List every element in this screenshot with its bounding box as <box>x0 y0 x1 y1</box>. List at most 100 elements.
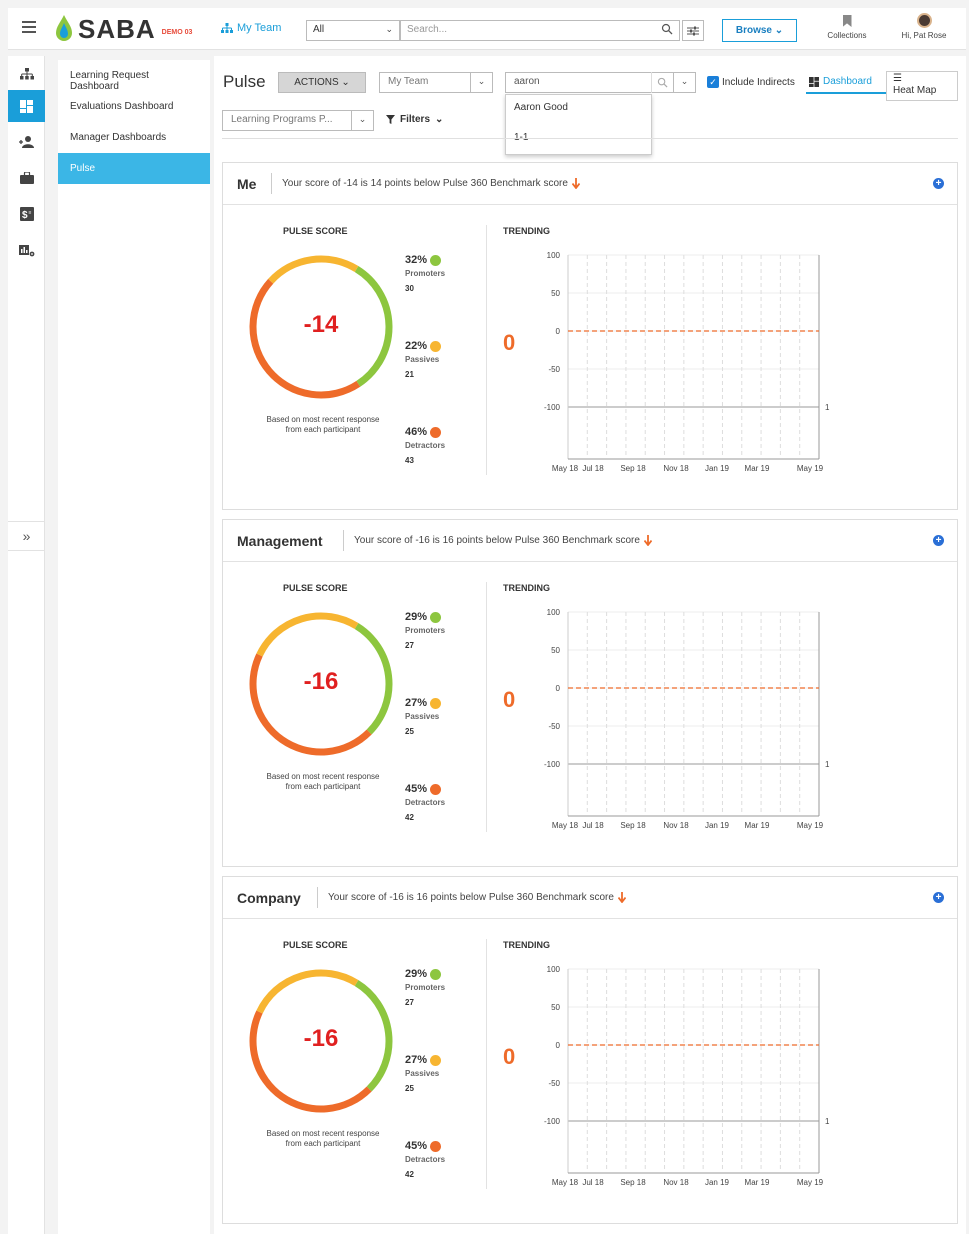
y-tick-label: 50 <box>551 289 560 298</box>
subnav-item-evaluations[interactable]: Evaluations Dashboard <box>58 91 210 122</box>
search-icon[interactable] <box>661 23 673 35</box>
x-tick-label: Jan 19 <box>705 821 730 830</box>
pulse-score-value: -16 <box>303 1025 339 1052</box>
gauge-note: Based on most recent response from each … <box>266 1129 380 1148</box>
my-team-link[interactable]: My Team <box>221 22 281 34</box>
tab-dashboard[interactable]: Dashboard <box>806 71 886 94</box>
pulse-score-value: -14 <box>303 311 339 338</box>
add-icon[interactable]: + <box>933 535 944 546</box>
subnav-label: Manager Dashboards <box>70 132 167 143</box>
neutral-face-icon <box>430 1054 442 1066</box>
rail-briefcase[interactable] <box>8 162 45 194</box>
person-search-input[interactable]: aaron ⌄ <box>505 72 696 93</box>
x-tick-label: Mar 19 <box>745 821 770 830</box>
x-tick-label: Mar 19 <box>745 464 770 473</box>
promoters-count: 27 <box>405 641 414 650</box>
add-person-icon <box>18 136 34 148</box>
include-indirects-toggle[interactable]: ✓ Include Indirects <box>707 76 795 88</box>
subnav-label: Evaluations Dashboard <box>70 101 174 112</box>
card-header: Management Your score of -16 is 16 point… <box>223 520 957 562</box>
smile-icon <box>430 968 442 980</box>
subnav-item-pulse[interactable]: Pulse <box>58 153 210 184</box>
global-search-input[interactable]: Search... <box>400 20 680 41</box>
search-icon[interactable] <box>651 72 673 93</box>
learning-programs-select[interactable]: Learning Programs P... ⌄ <box>222 110 374 131</box>
pulse-card: Company Your score of -16 is 16 points b… <box>222 876 958 1224</box>
y-tick-label: -50 <box>548 722 560 731</box>
add-icon[interactable]: + <box>933 178 944 189</box>
checkbox-checked-icon[interactable]: ✓ <box>707 76 719 88</box>
divider <box>271 173 272 194</box>
divider <box>486 582 487 832</box>
card-title: Company <box>237 890 301 906</box>
passives-label: Passives <box>405 355 440 364</box>
x-tick-label: Nov 18 <box>663 1178 689 1187</box>
chevron-down-icon: ⌄ <box>351 110 373 131</box>
tab-heat-map[interactable]: ☰ Heat Map <box>886 71 958 101</box>
saba-logo[interactable]: SABA DEMO 03 <box>56 12 192 46</box>
user-menu[interactable]: Hi, Pat Rose <box>896 13 952 40</box>
icon-rail: $ ≡ » <box>8 56 45 1234</box>
promoters-count: 27 <box>405 998 414 1007</box>
actions-button[interactable]: ACTIONS ⌄ <box>278 72 366 93</box>
trending-chart: 100 50 0 -50 -100 1 May 18 Jul 18 Sep 18 Nov 18 Ja… <box>544 608 830 830</box>
detractors-percent: 45% <box>405 1140 428 1152</box>
promoters-label: Promoters <box>405 983 446 992</box>
subnav-item-learning-request[interactable]: Learning Request Dashboard <box>58 60 210 92</box>
browse-label: Browse <box>735 25 772 36</box>
logo-text: SABA <box>78 13 156 44</box>
rail-people[interactable] <box>8 126 45 158</box>
sliders-icon <box>687 26 699 35</box>
passives-percent: 22% <box>405 340 428 352</box>
briefcase-icon <box>19 172 34 184</box>
y-tick-label: -50 <box>548 1079 560 1088</box>
menu-icon[interactable] <box>22 21 36 33</box>
rail-dashboards[interactable] <box>8 90 45 122</box>
subnav-label: Learning Request Dashboard <box>70 70 149 92</box>
chevron-down-icon: ⌄ <box>435 114 444 125</box>
passives-arc <box>256 969 359 1014</box>
trending-chart: 100 50 0 -50 -100 1 May 18 Jul 18 Sep 18 Nov 18 Ja… <box>544 251 830 473</box>
x-tick-label: Mar 19 <box>745 1178 770 1187</box>
frown-icon <box>430 783 442 795</box>
subnav-item-manager-dashboards[interactable]: Manager Dashboards <box>58 122 210 153</box>
double-chevron-right-icon: » <box>22 528 31 544</box>
dropdown-option-aaron-good[interactable]: Aaron Good <box>506 95 651 125</box>
learning-programs-value: Learning Programs P... <box>231 114 333 125</box>
trending-heading: TRENDING <box>503 583 550 593</box>
trend-value: 0 <box>503 687 516 712</box>
dropdown-option-1-1[interactable]: 1-1 <box>506 125 651 155</box>
toolbar-divider <box>222 138 958 139</box>
benchmark-message: Your score of -16 is 16 points below Pul… <box>328 892 626 903</box>
filters-button[interactable]: Filters ⌄ <box>386 114 443 125</box>
detractors-stat: 45% Detractors 42 <box>405 783 485 822</box>
page-title: Pulse <box>223 72 266 91</box>
add-icon[interactable]: + <box>933 892 944 903</box>
browse-button[interactable]: Browse ⌄ <box>722 19 797 42</box>
chevron-down-icon[interactable]: ⌄ <box>673 72 695 93</box>
subnav-label: Pulse <box>70 163 96 174</box>
promoters-percent: 29% <box>405 611 428 623</box>
passives-percent: 27% <box>405 1054 428 1066</box>
secondary-y-tick-label: 1 <box>825 760 830 769</box>
collections-link[interactable]: Collections <box>822 15 872 40</box>
search-filter-button[interactable] <box>682 20 704 41</box>
divider <box>486 225 487 475</box>
smile-icon <box>430 611 442 623</box>
rail-org-chart[interactable] <box>8 58 45 90</box>
x-tick-label: May 19 <box>797 464 824 473</box>
detractors-percent: 46% <box>405 426 428 438</box>
trend-value: 0 <box>503 330 516 355</box>
pulse-score-heading: PULSE SCORE <box>283 940 348 950</box>
my-team-label: My Team <box>237 22 282 34</box>
rail-compensation[interactable]: $ ≡ <box>8 198 45 230</box>
x-tick-label: Jul 18 <box>582 1178 604 1187</box>
search-placeholder: Search... <box>407 24 448 35</box>
rail-analytics-settings[interactable] <box>8 234 45 266</box>
svg-text:$: $ <box>22 210 28 221</box>
expand-rail-button[interactable]: » <box>8 521 45 551</box>
scope-select[interactable]: All ⌄ <box>306 20 400 41</box>
env-badge: DEMO 03 <box>161 28 193 36</box>
trending-heading: TRENDING <box>503 940 550 950</box>
team-select[interactable]: My Team ⌄ <box>379 72 493 93</box>
